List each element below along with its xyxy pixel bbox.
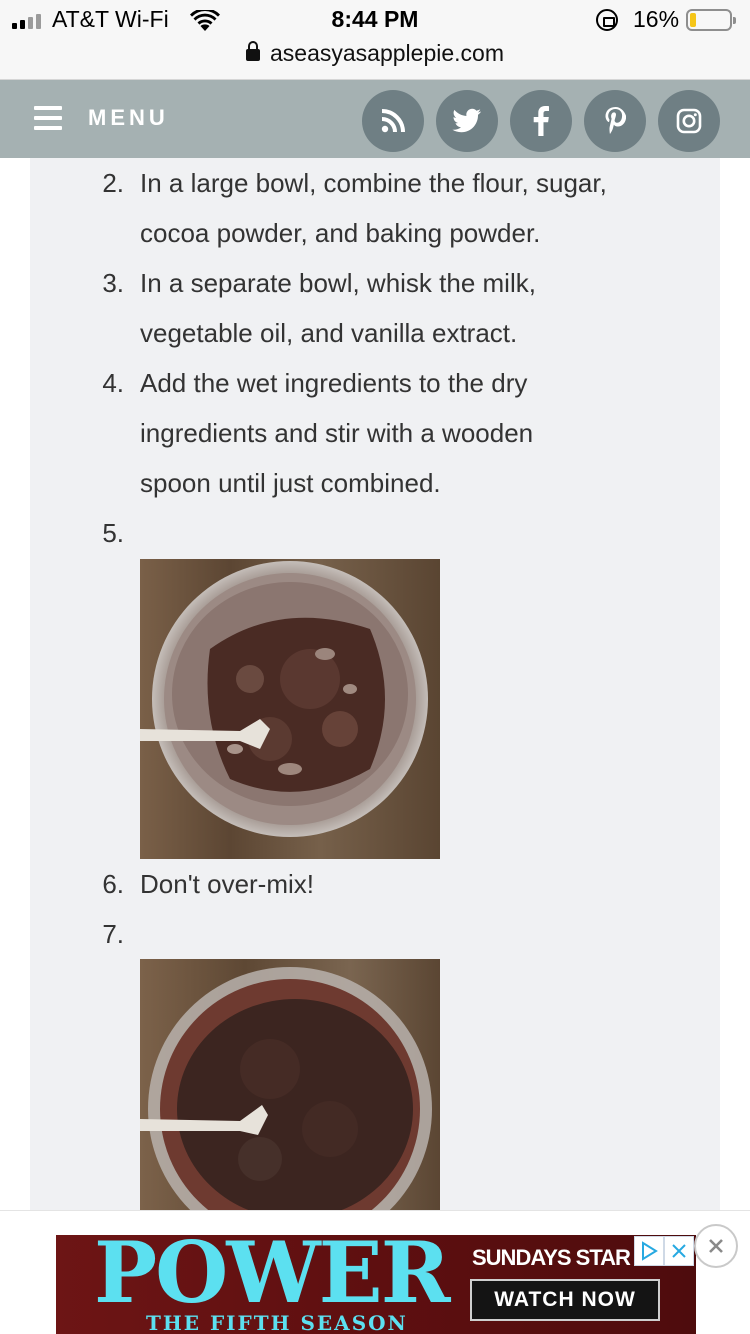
lock-icon [246, 41, 260, 61]
batter-mixed-photo[interactable] [140, 959, 440, 1210]
close-ad-icon[interactable] [694, 1224, 738, 1268]
hamburger-menu-icon[interactable] [34, 106, 62, 130]
ad-title: POWER [94, 1235, 451, 1322]
step-number: 4. [102, 368, 124, 398]
step-number: 5. [102, 518, 124, 548]
twitter-icon[interactable] [436, 90, 498, 152]
step-number: 3. [102, 268, 124, 298]
ad-report-x-icon[interactable] [664, 1236, 694, 1266]
rotation-lock-icon [596, 9, 618, 31]
rss-icon[interactable] [362, 90, 424, 152]
batter-partially-mixed-photo[interactable] [140, 559, 440, 859]
step-text: In a separate bowl, whisk the milk, vege… [140, 268, 536, 348]
step-text: Add the wet ingredients to the dry ingre… [140, 368, 534, 498]
ad-subtitle: THE FIFTH SEASON [146, 1311, 408, 1334]
step-text: Don't over-mix! [140, 869, 315, 899]
step-number: 6. [102, 869, 124, 899]
menu-button[interactable]: MENU [88, 105, 169, 131]
site-header: MENU [0, 80, 750, 158]
facebook-icon[interactable] [510, 90, 572, 152]
url-bar[interactable]: aseasyasapplepie.com [0, 40, 750, 67]
ad-banner-area: POWER THE FIFTH SEASON SUNDAYS STAR WATC… [0, 1210, 750, 1334]
ad-banner[interactable]: POWER THE FIFTH SEASON SUNDAYS STAR WATC… [56, 1235, 696, 1334]
instagram-icon[interactable] [658, 90, 720, 152]
pinterest-icon[interactable] [584, 90, 646, 152]
adchoices-icon[interactable] [634, 1236, 664, 1266]
battery-icon [686, 9, 736, 31]
url-text: aseasyasapplepie.com [270, 40, 504, 66]
step-text: In a large bowl, combine the flour, suga… [140, 168, 607, 248]
ios-status-bar: AT&T Wi-Fi 8:44 PM 16% aseasyasapplepie.… [0, 0, 750, 80]
recipe-instructions: 2. In a large bowl, combine the flour, s… [30, 158, 720, 1210]
step-number: 7. [102, 919, 124, 949]
battery-percentage: 16% [633, 6, 680, 32]
watch-now-button[interactable]: WATCH NOW [470, 1279, 660, 1321]
ad-tagline: SUNDAYS STAR [472, 1245, 631, 1270]
step-number: 2. [102, 168, 124, 198]
